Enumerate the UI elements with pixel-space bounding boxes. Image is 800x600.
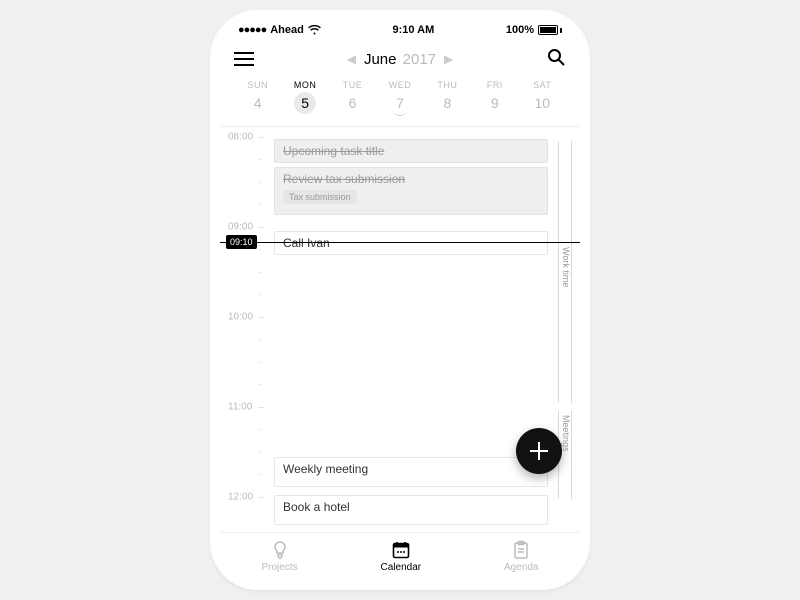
now-indicator-badge: 09:10 (226, 235, 257, 249)
month-navigator: ◀ June 2017 ▶ (347, 51, 454, 68)
event-call-ivan[interactable]: Call Ivan (274, 231, 548, 255)
week-day-strip: SUN 4 MON 5 TUE 6 WED 7 (234, 74, 566, 116)
nav-label: Agenda (504, 562, 538, 573)
event-book-hotel[interactable]: Book a hotel (274, 495, 548, 525)
event-title: Review tax submission (283, 172, 405, 186)
day-num: 7 (389, 92, 411, 114)
day-col-fri[interactable]: FRI 9 (471, 80, 518, 114)
battery-percent: 100% (506, 24, 534, 36)
day-num: 6 (342, 92, 364, 114)
wifi-icon (308, 25, 321, 35)
signal-dots-icon: ●●●●● (238, 24, 266, 36)
day-name: MON (294, 80, 317, 90)
event-weekly-meeting[interactable]: Weekly meeting (274, 457, 548, 487)
week-expand-handle-icon[interactable]: ︶ (234, 116, 566, 126)
plus-icon (529, 441, 549, 461)
search-icon[interactable] (546, 47, 566, 72)
lightbulb-icon (270, 540, 290, 560)
day-col-mon[interactable]: MON 5 (281, 80, 328, 114)
clock-label: 9:10 AM (392, 24, 434, 36)
event-review-tax[interactable]: Review tax submission Tax submission (274, 167, 548, 215)
day-name: WED (389, 80, 412, 90)
clipboard-icon (511, 540, 531, 560)
event-title: Upcoming task title (283, 144, 384, 158)
day-name: FRI (487, 80, 503, 90)
day-name: SUN (247, 80, 268, 90)
day-name: THU (437, 80, 457, 90)
event-tag: Tax submission (283, 190, 357, 204)
side-track-work: Work time (558, 141, 572, 403)
day-name: SAT (533, 80, 551, 90)
status-bar: ●●●●● Ahead 9:10 AM 100% (220, 20, 580, 38)
hour-scale: 08:00 09:00 10:00 11:00 12:00 (220, 127, 266, 532)
hour-label: 10:00 (228, 312, 253, 323)
day-num: 10 (531, 92, 553, 114)
year-label: 2017 (403, 51, 436, 68)
header: ◀ June 2017 ▶ SUN 4 (220, 38, 580, 127)
day-col-wed[interactable]: WED 7 (376, 80, 423, 114)
day-col-thu[interactable]: THU 8 (424, 80, 471, 114)
event-title: Call Ivan (283, 236, 330, 250)
nav-projects[interactable]: Projects (261, 540, 297, 573)
day-num: 5 (294, 92, 316, 114)
nav-calendar[interactable]: Calendar (381, 540, 422, 573)
add-button[interactable] (516, 428, 562, 474)
nav-agenda[interactable]: Agenda (504, 540, 538, 573)
next-month-button[interactable]: ▶ (444, 52, 453, 66)
month-label: June (364, 51, 397, 68)
hour-label: 09:00 (228, 222, 253, 233)
carrier-label: Ahead (270, 24, 304, 36)
day-num: 4 (247, 92, 269, 114)
prev-month-button[interactable]: ◀ (347, 52, 356, 66)
nav-label: Projects (261, 562, 297, 573)
day-num: 9 (484, 92, 506, 114)
bottom-nav: Projects Calendar Agenda (220, 532, 580, 580)
event-title: Weekly meeting (283, 462, 368, 476)
battery-icon (538, 25, 562, 35)
side-track-label: Work time (561, 247, 571, 287)
event-title: Book a hotel (283, 500, 350, 514)
now-indicator-line (220, 242, 580, 243)
event-upcoming-task[interactable]: Upcoming task title (274, 139, 548, 163)
nav-label: Calendar (381, 562, 422, 573)
calendar-icon (391, 540, 411, 560)
day-name: TUE (343, 80, 363, 90)
phone-frame: ●●●●● Ahead 9:10 AM 100% (210, 10, 590, 590)
hour-label: 08:00 (228, 132, 253, 143)
menu-icon[interactable] (234, 52, 254, 66)
hour-label: 12:00 (228, 492, 253, 503)
hour-label: 11:00 (228, 402, 252, 413)
day-col-tue[interactable]: TUE 6 (329, 80, 376, 114)
day-col-sat[interactable]: SAT 10 (519, 80, 566, 114)
timeline[interactable]: 08:00 09:00 10:00 11:00 12:00 (220, 127, 580, 532)
day-col-sun[interactable]: SUN 4 (234, 80, 281, 114)
day-num: 8 (436, 92, 458, 114)
side-track-label: Meetings (561, 415, 571, 452)
